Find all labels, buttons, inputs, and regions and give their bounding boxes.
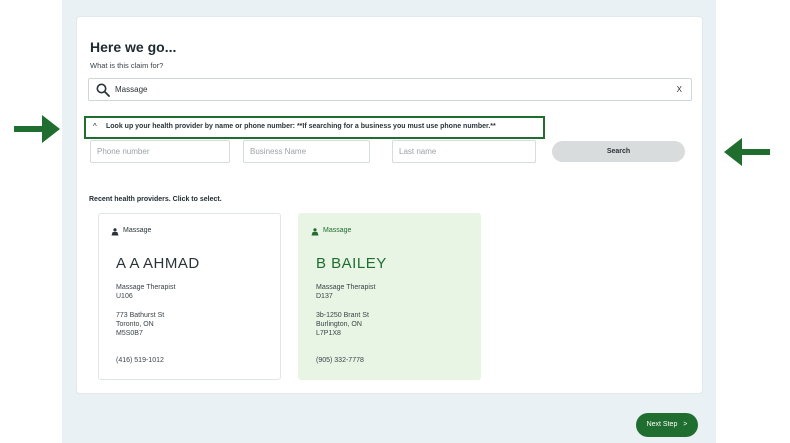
next-step-button[interactable]: Next Step >	[636, 413, 698, 437]
left-arrow-icon	[724, 138, 770, 166]
provider-card-ahmad[interactable]: Massage A A AHMAD Massage Therapist U106…	[98, 213, 281, 380]
right-arrow-icon	[14, 115, 60, 143]
claim-search-input[interactable]: Massage X	[88, 78, 692, 101]
search-button[interactable]: Search	[552, 141, 685, 162]
provider-address-line2: Toronto, ON	[116, 321, 154, 328]
provider-lookup-toggle[interactable]: ^ Look up your health provider by name o…	[84, 116, 545, 139]
claim-question: What is this claim for?	[90, 61, 164, 70]
page-title: Here we go...	[90, 39, 177, 55]
chevron-right-icon: >	[683, 421, 688, 428]
provider-profession: Massage Therapist	[116, 284, 176, 291]
next-step-label: Next Step	[646, 421, 678, 428]
provider-code: U106	[116, 293, 133, 300]
lookup-instructions: Look up your health provider by name or …	[106, 123, 496, 130]
massage-icon	[311, 228, 319, 236]
provider-card-bailey[interactable]: Massage B BAILEY Massage Therapist D137 …	[298, 213, 481, 380]
provider-address-line2: Burlington, ON	[316, 321, 362, 328]
provider-phone: (416) 519-1012	[116, 357, 164, 364]
clear-search-button[interactable]: X	[677, 85, 682, 94]
provider-postal-code: L7P1X8	[316, 330, 341, 337]
provider-category: Massage	[323, 227, 352, 234]
provider-address-line1: 3b-1250 Brant St	[316, 312, 369, 319]
provider-category: Massage	[123, 227, 152, 234]
provider-name: B BAILEY	[316, 255, 387, 272]
provider-address-line1: 773 Bathurst St	[116, 312, 165, 319]
last-name-input[interactable]	[392, 140, 536, 163]
claim-page: Here we go... What is this claim for? Ma…	[0, 0, 790, 443]
provider-phone: (905) 332-7778	[316, 357, 364, 364]
phone-number-input[interactable]	[90, 140, 230, 163]
recent-providers-label: Recent health providers. Click to select…	[89, 196, 222, 203]
chevron-up-icon: ^	[93, 122, 97, 131]
provider-profession: Massage Therapist	[316, 284, 376, 291]
search-icon	[96, 83, 110, 97]
provider-name: A A AHMAD	[116, 255, 200, 272]
provider-postal-code: M5S0B7	[116, 330, 143, 337]
business-name-input[interactable]	[243, 140, 370, 163]
provider-code: D137	[316, 293, 333, 300]
massage-icon	[111, 228, 119, 236]
search-value: Massage	[115, 85, 148, 94]
